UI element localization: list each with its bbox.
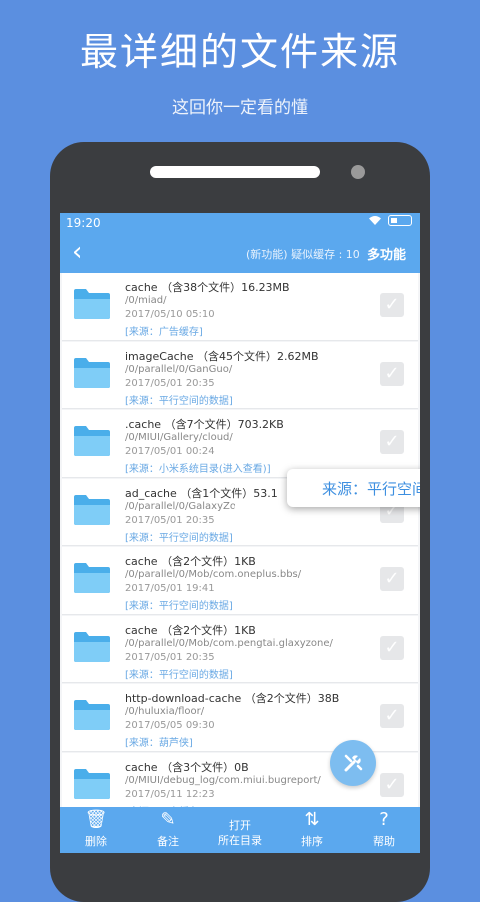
- note-button[interactable]: ✎ 备注: [132, 807, 204, 853]
- file-list-item[interactable]: imageCache （含45个文件）2.62MB /0/parallel/0/…: [62, 341, 418, 409]
- status-bar: 19:20: [60, 213, 420, 233]
- status-time: 19:20: [66, 216, 101, 230]
- tools-icon: [344, 754, 363, 772]
- wifi-icon: [369, 216, 381, 225]
- open-label: 打开: [229, 819, 251, 832]
- item-path: /0/MIUI/debug_log/com.miui.bugreport/: [125, 774, 321, 786]
- item-date: 2017/05/01 20:35: [125, 651, 215, 663]
- callout-text: 来源：平行空间的数据: [321, 480, 420, 498]
- item-date: 2017/05/11 12:23: [125, 788, 215, 800]
- trash-icon: 🗑: [84, 809, 108, 830]
- promo-subline: 这回你一定看的懂: [172, 98, 308, 118]
- tools-fab-button[interactable]: [330, 740, 376, 786]
- folder-icon: [74, 700, 110, 730]
- folder-icon: [74, 563, 110, 593]
- item-title: cache （含2个文件）1KB: [125, 623, 256, 637]
- select-checkbox[interactable]: ✓: [380, 704, 404, 728]
- file-list-item[interactable]: http-download-cache （含2个文件）38B /0/huluxi…: [62, 684, 418, 752]
- battery-icon: [388, 215, 412, 226]
- folder-icon: [74, 631, 110, 662]
- select-checkbox[interactable]: ✓: [380, 361, 404, 386]
- select-checkbox[interactable]: ✓: [380, 430, 404, 454]
- item-source: [来源：广告缓存]: [125, 327, 203, 338]
- item-path: /0/parallel/0/Mob/com.oneplus.bbs/: [125, 569, 302, 580]
- item-date: 2017/05/01 20:35: [125, 514, 215, 526]
- item-source: [来源：平行空间的数据]: [125, 532, 233, 544]
- select-checkbox[interactable]: ✓: [380, 635, 404, 660]
- open-folder-label: 所在目录: [218, 834, 262, 847]
- item-date: 2017/05/01 00:24: [125, 446, 215, 457]
- item-title: ad_cache （含1个文件）53.1: [125, 486, 278, 500]
- chevron-left-icon[interactable]: ‹: [72, 239, 82, 265]
- item-path: /0/huluxia/floor/: [125, 706, 205, 717]
- select-checkbox[interactable]: ✓: [380, 293, 404, 317]
- help-button[interactable]: ? 帮助: [348, 807, 420, 853]
- file-list-item[interactable]: cache （含2个文件）1KB /0/parallel/0/Mob/com.p…: [62, 615, 418, 683]
- item-path: /0/parallel/0/Mob/com.pengtai.glaxyzone/: [125, 637, 333, 649]
- sort-button[interactable]: ⇅ 排序: [276, 807, 348, 853]
- callout-pointer: [230, 500, 268, 530]
- more-functions-button[interactable]: 多功能: [367, 244, 406, 263]
- item-path: /0/MIUI/Gallery/cloud/: [125, 432, 233, 443]
- edit-icon: ✎: [160, 809, 176, 830]
- item-source: [来源：平行空间的数据]: [125, 601, 233, 612]
- item-path: /0/miad/: [125, 295, 167, 306]
- item-date: 2017/05/01 20:35: [125, 377, 215, 389]
- item-source: [来源：平行空间的数据]: [125, 395, 233, 407]
- suspected-cache-info: (新功能) 疑似缓存 : 10: [246, 248, 360, 261]
- app-bar: ‹ (新功能) 疑似缓存 : 10 多功能: [60, 233, 420, 273]
- item-title: http-download-cache （含2个文件）38B: [125, 692, 340, 705]
- file-list: cache （含38个文件）16.23MB /0/miad/ 2017/05/1…: [60, 273, 420, 821]
- item-date: 2017/05/01 19:41: [125, 583, 215, 594]
- bottom-toolbar: 🗑 删除 ✎ 备注 打开 所在目录 ⇅ 排序 ? 帮助: [60, 807, 420, 853]
- item-title: cache （含38个文件）16.23MB: [125, 281, 290, 294]
- phone-speaker: [150, 166, 320, 178]
- file-list-item[interactable]: cache （含38个文件）16.23MB /0/miad/ 2017/05/1…: [62, 273, 418, 341]
- note-label: 备注: [157, 835, 179, 848]
- select-checkbox[interactable]: ✓: [380, 772, 404, 797]
- item-date: 2017/05/10 05:10: [125, 309, 215, 320]
- item-source: [来源：小米系统目录(进入查看)]: [125, 464, 271, 475]
- phone-camera: [351, 165, 365, 179]
- source-callout: 来源：平行空间的数据: [287, 469, 420, 507]
- file-list-item[interactable]: cache （含2个文件）1KB /0/parallel/0/Mob/com.o…: [62, 547, 418, 615]
- item-title: cache （含3个文件）0B: [125, 760, 249, 774]
- item-title: .cache （含7个文件）703.2KB: [125, 418, 284, 431]
- folder-icon: [74, 426, 110, 456]
- delete-button[interactable]: 🗑 删除: [60, 807, 132, 853]
- item-date: 2017/05/05 09:30: [125, 720, 215, 731]
- item-source: [来源：葫芦侠]: [125, 738, 193, 749]
- sort-label: 排序: [301, 835, 323, 848]
- item-title: imageCache （含45个文件）2.62MB: [125, 349, 319, 363]
- folder-icon: [74, 768, 110, 799]
- item-source: [来源：平行空间的数据]: [125, 669, 233, 681]
- delete-label: 删除: [85, 835, 107, 848]
- folder-icon: [74, 494, 110, 525]
- item-path: /0/parallel/0/GanGuo/: [125, 363, 233, 375]
- status-icons: [368, 215, 412, 226]
- help-label: 帮助: [373, 835, 395, 848]
- item-title: cache （含2个文件）1KB: [125, 555, 256, 568]
- sort-icon: ⇅: [304, 809, 320, 830]
- select-checkbox[interactable]: ✓: [380, 567, 404, 591]
- folder-icon: [74, 357, 110, 388]
- open-folder-button[interactable]: 打开 所在目录: [204, 807, 276, 853]
- file-list-item[interactable]: .cache （含7个文件）703.2KB /0/MIUI/Gallery/cl…: [62, 410, 418, 478]
- folder-icon: [74, 289, 110, 319]
- promo-headline: 最详细的文件来源: [79, 30, 400, 74]
- app-screen: 19:20 ‹ (新功能) 疑似缓存 : 10 多功能 cache （含38个文…: [60, 213, 420, 853]
- question-icon: ?: [379, 809, 389, 830]
